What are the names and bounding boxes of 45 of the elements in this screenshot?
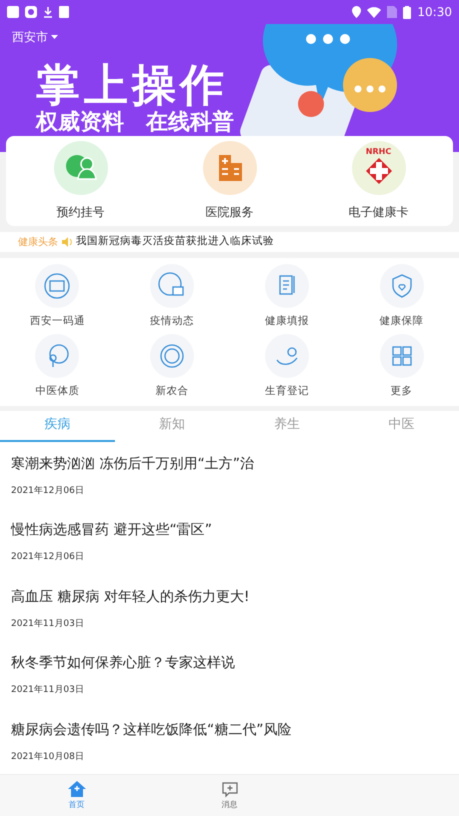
wifi-icon (367, 6, 382, 18)
clock-time: 10:30 (417, 4, 452, 21)
document-icon (264, 264, 309, 308)
article-item[interactable]: 慢性病选感冒药 避开这些“雷区” 2021年12月06日 (0, 508, 459, 574)
globe-chart-icon (150, 264, 194, 308)
card-icon (35, 264, 80, 308)
notification-icon (7, 6, 19, 18)
person-icon (54, 141, 108, 195)
no-sim-icon (387, 6, 398, 18)
news-ticker[interactable]: 健康头条 我国新冠病毒灭活疫苗获批进入临床试验 (0, 232, 459, 252)
article-item[interactable]: 高血压 糖尿病 对年轻人的杀伤力更大! 2021年11月03日 (0, 574, 459, 641)
service-button[interactable]: NRHC 电子健康卡 (304, 141, 453, 221)
service-grid-item[interactable]: 新农合 (114, 334, 230, 400)
apps-icon (380, 334, 424, 378)
article-item[interactable]: 秋冬季节如何保养心脏？专家这样说 2021年11月03日 (0, 641, 459, 708)
service-button[interactable]: 医院服务 (155, 141, 304, 221)
service-grid-item[interactable]: 疫情动态 (114, 264, 230, 330)
banner-subline: 权威资料 在线科普 (36, 110, 234, 136)
service-grid-item[interactable]: 西安一码通 (0, 264, 115, 330)
nav-tab[interactable]: 消息 (153, 775, 306, 816)
location-pin-icon (352, 6, 362, 18)
building-icon (202, 141, 256, 195)
battery-icon (403, 6, 412, 18)
cross-icon (352, 141, 406, 195)
speaker-icon (62, 237, 72, 247)
service-grid-item[interactable]: 更多 (344, 334, 459, 400)
chat-icon (220, 780, 240, 798)
article-item[interactable]: 寒潮来势汹汹 冻伤后千万别用“土方”治 2021年12月06日 (0, 442, 459, 508)
service-grid-item[interactable]: 生育登记 (230, 334, 344, 400)
caret-icon (51, 35, 58, 39)
app-icon (59, 6, 69, 18)
service-button[interactable]: 预约挂号 (6, 141, 155, 221)
seal-icon (150, 334, 194, 378)
service-grid-item[interactable]: 健康保障 (344, 264, 459, 330)
ticker-text: 我国新冠病毒灭活疫苗获批进入临床试验 (76, 234, 274, 250)
banner-headline: 掌上操作 (36, 62, 228, 110)
download-icon (43, 6, 53, 18)
article-item[interactable]: 糖尿病会遗传吗？这样吃饭降低“糖二代”风险 2021年10月08日 (0, 708, 459, 774)
city-selector[interactable]: 西安市 (12, 28, 58, 46)
service-grid-item[interactable]: 中医体质 (0, 334, 115, 400)
shield-icon (380, 264, 424, 308)
service-grid-item[interactable]: 健康填报 (230, 264, 344, 330)
home-icon (66, 780, 86, 798)
ticker-tag: 健康头条 (18, 234, 58, 250)
badge-label: NRHC (364, 146, 392, 158)
